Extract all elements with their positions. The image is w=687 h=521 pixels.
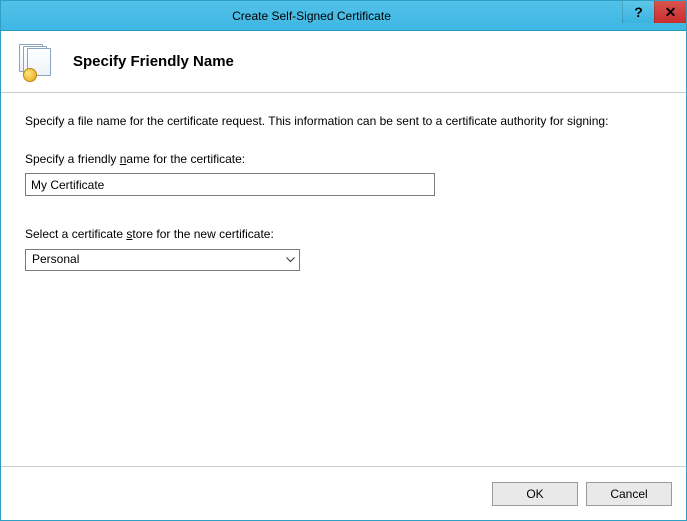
certificate-icon	[19, 44, 55, 80]
cert-store-value: Personal	[32, 251, 79, 267]
titlebar-controls: ? ✕	[622, 1, 686, 30]
window-title: Create Self-Signed Certificate	[1, 9, 622, 23]
description-text: Specify a file name for the certificate …	[25, 113, 645, 129]
dialog-footer: OK Cancel	[1, 466, 686, 520]
cert-store-select[interactable]: Personal	[25, 249, 300, 271]
page-title: Specify Friendly Name	[73, 53, 234, 70]
ok-button[interactable]: OK	[492, 482, 578, 506]
friendly-name-label: Specify a friendly name for the certific…	[25, 151, 662, 167]
help-button[interactable]: ?	[622, 1, 654, 23]
close-button[interactable]: ✕	[654, 1, 686, 23]
friendly-name-input[interactable]	[25, 173, 435, 196]
titlebar: Create Self-Signed Certificate ? ✕	[1, 1, 686, 31]
cancel-button[interactable]: Cancel	[586, 482, 672, 506]
content-area: Specify a file name for the certificate …	[1, 93, 686, 466]
cert-store-label: Select a certificate store for the new c…	[25, 226, 662, 242]
dialog-header: Specify Friendly Name	[1, 31, 686, 93]
dialog-window: Create Self-Signed Certificate ? ✕ Speci…	[0, 0, 687, 521]
